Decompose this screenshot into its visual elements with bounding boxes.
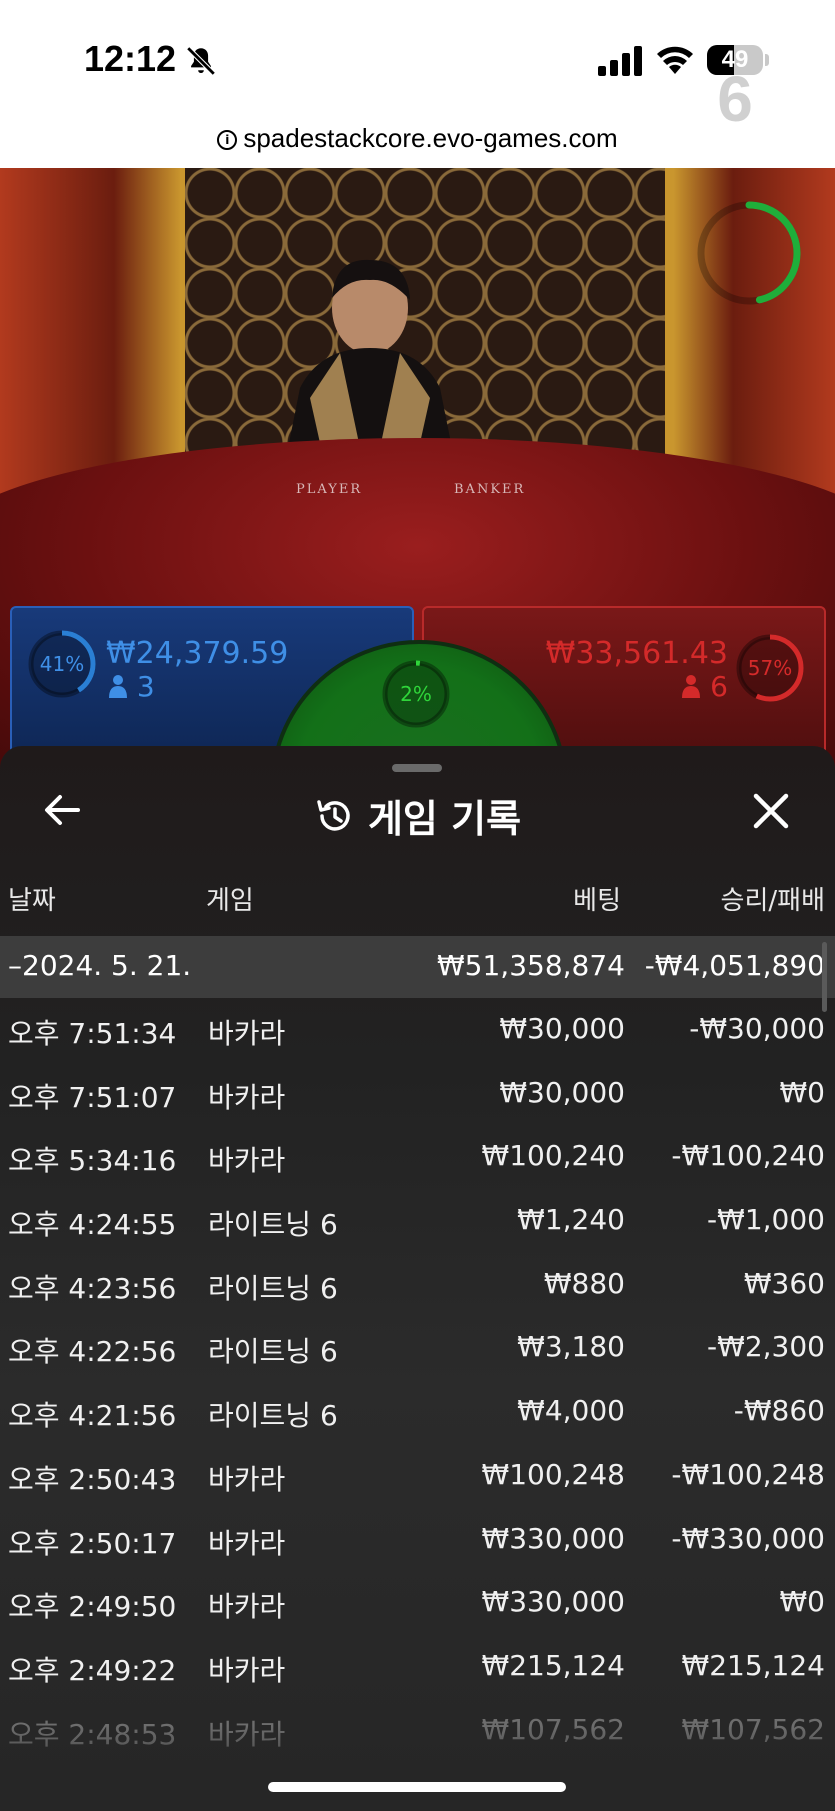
column-header-win-loss: 승리/패배 [720, 886, 825, 916]
status-time: 12:12 [84, 38, 177, 79]
date-group-win-total: -₩4,051,890 [644, 949, 825, 982]
countdown-timer [697, 201, 801, 305]
row-bet: ₩100,240 [481, 1139, 625, 1173]
row-bet: ₩215,124 [481, 1648, 625, 1682]
home-indicator[interactable] [268, 1782, 566, 1792]
url-text: spadestackcore.evo-games.com [243, 123, 618, 153]
person-icon [682, 675, 701, 698]
column-header-date: 날짜 [8, 886, 56, 916]
row-time: 오후 4:22:56 [8, 1335, 177, 1369]
row-time: 오후 4:24:55 [8, 1208, 177, 1242]
history-list: 오후 7:51:34 바카라 ₩30,000 -₩30,000 오후 7:51:07 바… [0, 998, 835, 1762]
row-win-loss: -₩100,248 [671, 1457, 825, 1491]
history-row[interactable]: 오후 7:51:34 바카라 ₩30,000 -₩30,000 [0, 998, 835, 1062]
row-win-loss: ₩360 [743, 1266, 825, 1300]
date-group-bet-total: ₩51,358,874 [436, 949, 625, 982]
player-percent: 41% [39, 652, 85, 676]
game-history-sheet: 게임 기록 날짜 게임 베팅 승리/패배 –2024. 5. 21. ₩51,3… [0, 746, 835, 1811]
sheet-title: 게임 기록 [367, 797, 522, 841]
history-icon [317, 799, 350, 831]
cellular-signal-icon [598, 46, 642, 76]
history-row[interactable]: 오후 2:50:17 바카라 ₩330,000 -₩330,000 [0, 1508, 835, 1572]
column-header-game: 게임 [206, 886, 254, 916]
row-win-loss: -₩330,000 [671, 1521, 825, 1555]
history-row[interactable]: 오후 4:23:56 라이트닝 6 ₩880 ₩360 [0, 1253, 835, 1317]
row-game: 바카라 [208, 1590, 286, 1624]
table-label-player: PLAYER [296, 482, 363, 497]
row-time: 오후 7:51:07 [8, 1080, 177, 1114]
row-bet: ₩330,000 [481, 1585, 625, 1619]
bell-muted-icon [186, 46, 216, 76]
history-row[interactable]: 오후 4:21:56 라이트닝 6 ₩4,000 -₩860 [0, 1380, 835, 1444]
banker-bet-amount: ₩33,561.43 [545, 636, 728, 671]
info-icon[interactable]: i [217, 129, 238, 150]
row-bet: ₩880 [543, 1266, 625, 1300]
row-game: 바카라 [208, 1017, 286, 1050]
row-win-loss: -₩100,240 [671, 1139, 825, 1173]
row-bet: ₩3,180 [517, 1330, 625, 1364]
close-icon[interactable] [752, 792, 790, 830]
history-row[interactable]: 오후 2:50:43 바카라 ₩100,248 -₩100,248 [0, 1444, 835, 1508]
row-game: 바카라 [208, 1526, 286, 1560]
row-win-loss: ₩0 [779, 1075, 826, 1109]
tie-percent: 2% [400, 682, 432, 706]
row-time: 오후 2:49:50 [8, 1590, 177, 1624]
wifi-icon [657, 46, 693, 74]
row-win-loss: -₩860 [733, 1394, 825, 1428]
row-time: 오후 5:34:16 [8, 1144, 177, 1178]
row-time: 오후 4:21:56 [8, 1399, 177, 1433]
history-row[interactable]: 오후 2:49:50 바카라 ₩330,000 ₩0 [0, 1571, 835, 1635]
player-bettor-count: 3 [136, 670, 155, 703]
history-row[interactable]: 오후 7:51:07 바카라 ₩30,000 ₩0 [0, 1062, 835, 1126]
history-row[interactable]: 오후 5:34:16 바카라 ₩100,240 -₩100,240 [0, 1125, 835, 1189]
list-fade-overlay [0, 1726, 835, 1811]
row-time: 오후 2:50:17 [8, 1526, 177, 1560]
player-bet-amount: ₩24,379.59 [106, 636, 289, 671]
history-row[interactable]: 오후 2:49:22 바카라 ₩215,124 ₩215,124 [0, 1635, 835, 1699]
countdown-number: 6 [717, 63, 753, 135]
row-game: 라이트닝 6 [208, 1399, 338, 1433]
row-win-loss: -₩1,000 [707, 1203, 825, 1237]
row-game: 라이트닝 6 [208, 1271, 338, 1305]
row-time: 오후 2:50:43 [8, 1462, 177, 1496]
table-label-banker: BANKER [454, 482, 526, 497]
row-game: 바카라 [208, 1144, 286, 1178]
row-bet: ₩30,000 [499, 1075, 625, 1109]
row-time: 오후 2:49:22 [8, 1653, 177, 1687]
column-header-bet: 베팅 [573, 886, 621, 916]
row-win-loss: -₩30,000 [689, 1012, 825, 1045]
sheet-drag-handle[interactable] [392, 764, 442, 772]
row-win-loss: ₩0 [779, 1585, 826, 1619]
row-game: 바카라 [208, 1080, 286, 1114]
row-win-loss: -₩2,300 [707, 1330, 825, 1364]
row-time: 오후 7:51:34 [8, 1017, 177, 1050]
row-time: 오후 4:23:56 [8, 1271, 177, 1305]
row-bet: ₩4,000 [517, 1394, 625, 1428]
date-group-date: –2024. 5. 21. [8, 949, 192, 982]
row-bet: ₩1,240 [517, 1203, 625, 1237]
banker-bettor-count: 6 [710, 670, 728, 703]
row-bet: ₩330,000 [481, 1521, 625, 1555]
row-game: 바카라 [208, 1653, 286, 1687]
row-win-loss: ₩215,124 [681, 1648, 825, 1682]
date-group-row[interactable]: –2024. 5. 21. ₩51,358,874 -₩4,051,890 [0, 936, 835, 998]
sheet-header: 게임 기록 [0, 788, 835, 843]
banker-percent: 57% [747, 656, 793, 680]
row-game: 라이트닝 6 [208, 1208, 338, 1242]
banker-bettors: 6 [670, 670, 728, 703]
history-row[interactable]: 오후 4:22:56 라이트닝 6 ₩3,180 -₩2,300 [0, 1316, 835, 1380]
row-game: 라이트닝 6 [208, 1335, 338, 1369]
row-bet: ₩30,000 [499, 1012, 625, 1045]
row-game: 바카라 [208, 1462, 286, 1496]
history-row[interactable]: 오후 4:24:55 라이트닝 6 ₩1,240 -₩1,000 [0, 1189, 835, 1253]
person-icon [109, 675, 127, 698]
player-bettors: 3 [108, 670, 155, 703]
row-bet: ₩100,248 [481, 1457, 625, 1491]
